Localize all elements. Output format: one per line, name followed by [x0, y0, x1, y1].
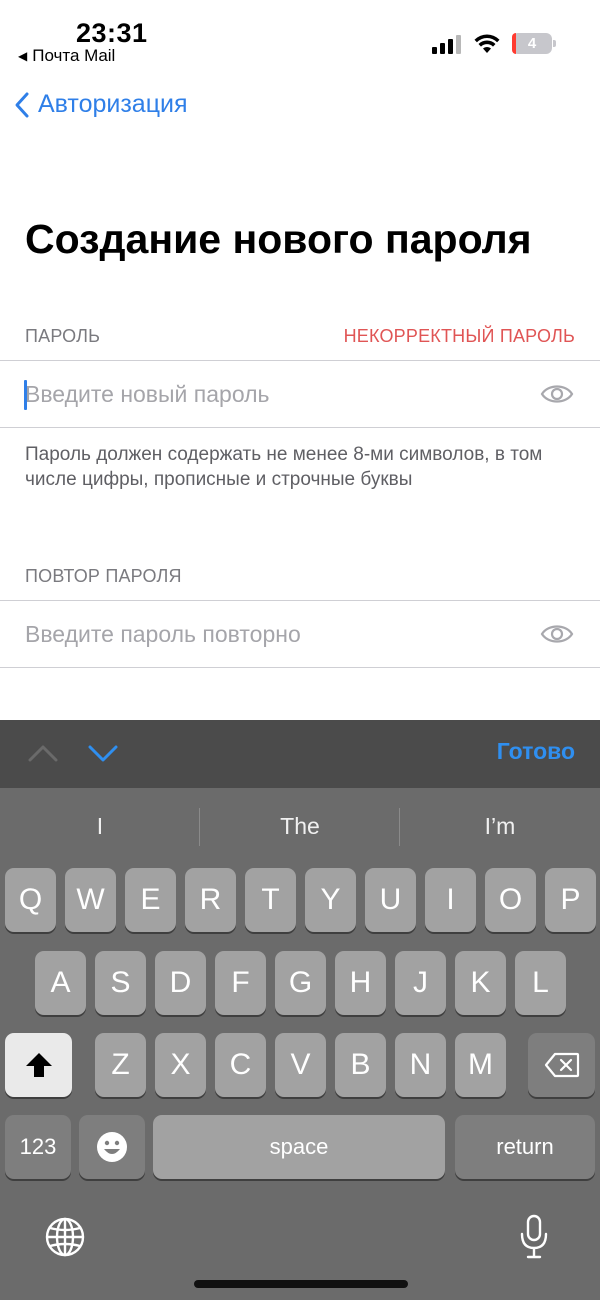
key-s[interactable]: S	[95, 951, 146, 1015]
key-m[interactable]: M	[455, 1033, 506, 1097]
key-x[interactable]: X	[155, 1033, 206, 1097]
suggestion-item[interactable]: I’m	[400, 788, 600, 864]
battery-indicator: 4	[512, 33, 556, 54]
password-repeat-label: ПОВТОР ПАРОЛЯ	[25, 566, 182, 586]
back-to-app-link[interactable]: ◀ Почта Mail	[18, 46, 115, 66]
suggestion-item[interactable]: I	[0, 788, 200, 864]
key-z[interactable]: Z	[95, 1033, 146, 1097]
password-hint: Пароль должен содержать не менее 8-ми си…	[25, 444, 543, 490]
key-e[interactable]: E	[125, 868, 176, 932]
key-o[interactable]: O	[485, 868, 536, 932]
return-key[interactable]: return	[455, 1115, 595, 1179]
password-input[interactable]	[25, 361, 525, 427]
password-error-message: НЕКОРРЕКТНЫЙ ПАРОЛЬ	[343, 326, 575, 346]
key-t[interactable]: T	[245, 868, 296, 932]
key-c[interactable]: C	[215, 1033, 266, 1097]
battery-percent: 4	[527, 35, 537, 52]
emoji-icon	[97, 1132, 127, 1162]
eye-icon[interactable]	[540, 381, 574, 407]
key-a[interactable]: A	[35, 951, 86, 1015]
text-cursor	[24, 380, 27, 410]
key-d[interactable]: D	[155, 951, 206, 1015]
password-label: ПАРОЛЬ	[25, 326, 101, 346]
key-g[interactable]: G	[275, 951, 326, 1015]
eye-icon[interactable]	[540, 621, 574, 647]
delete-key[interactable]	[528, 1033, 595, 1097]
shift-key[interactable]	[5, 1033, 72, 1097]
backspace-icon	[544, 1052, 579, 1078]
done-button[interactable]: Готово	[497, 738, 575, 765]
page-title: Создание нового пароля	[25, 216, 532, 262]
status-time: 23:31	[76, 18, 148, 48]
key-y[interactable]: Y	[305, 868, 356, 932]
suggestion-item[interactable]: The	[200, 788, 400, 864]
globe-icon[interactable]	[44, 1216, 86, 1258]
password-repeat-input[interactable]	[25, 601, 525, 667]
key-l[interactable]: L	[515, 951, 566, 1015]
nav-back-button[interactable]: Авторизация	[14, 90, 188, 119]
key-q[interactable]: Q	[5, 868, 56, 932]
key-j[interactable]: J	[395, 951, 446, 1015]
nav-back-label: Авторизация	[38, 90, 188, 118]
key-w[interactable]: W	[65, 868, 116, 932]
suggestion-bar: I The I’m	[0, 788, 600, 864]
emoji-key[interactable]	[79, 1115, 145, 1179]
chevron-left-icon	[15, 92, 29, 117]
keyboard-toolbar: Готово	[0, 720, 600, 788]
key-b[interactable]: B	[335, 1033, 386, 1097]
keyboard: I The I’m Q W E R T Y U I O P A S D F G …	[0, 788, 600, 1300]
key-h[interactable]: H	[335, 951, 386, 1015]
key-n[interactable]: N	[395, 1033, 446, 1097]
key-i[interactable]: I	[425, 868, 476, 932]
password-row	[0, 360, 600, 428]
key-r[interactable]: R	[185, 868, 236, 932]
shift-icon	[25, 1053, 52, 1077]
password-repeat-row	[0, 600, 600, 668]
key-p[interactable]: P	[545, 868, 596, 932]
cellular-signal-icon	[432, 34, 461, 54]
status-bar: 23:31 ◀ Почта Mail 4	[0, 0, 600, 80]
back-app-label: Почта Mail	[32, 46, 116, 65]
key-v[interactable]: V	[275, 1033, 326, 1097]
numbers-key[interactable]: 123	[5, 1115, 71, 1179]
battery-level	[512, 33, 516, 54]
microphone-icon[interactable]	[519, 1214, 549, 1260]
key-u[interactable]: U	[365, 868, 416, 932]
battery-cap	[553, 40, 556, 47]
chevron-down-icon[interactable]	[88, 738, 118, 768]
chevron-up-icon[interactable]	[28, 738, 58, 768]
key-f[interactable]: F	[215, 951, 266, 1015]
status-icons: 4	[432, 33, 556, 54]
key-k[interactable]: K	[455, 951, 506, 1015]
back-triangle-icon: ◀	[18, 49, 28, 63]
home-indicator	[194, 1280, 408, 1288]
space-key[interactable]: space	[153, 1115, 445, 1179]
wifi-icon	[474, 34, 500, 53]
